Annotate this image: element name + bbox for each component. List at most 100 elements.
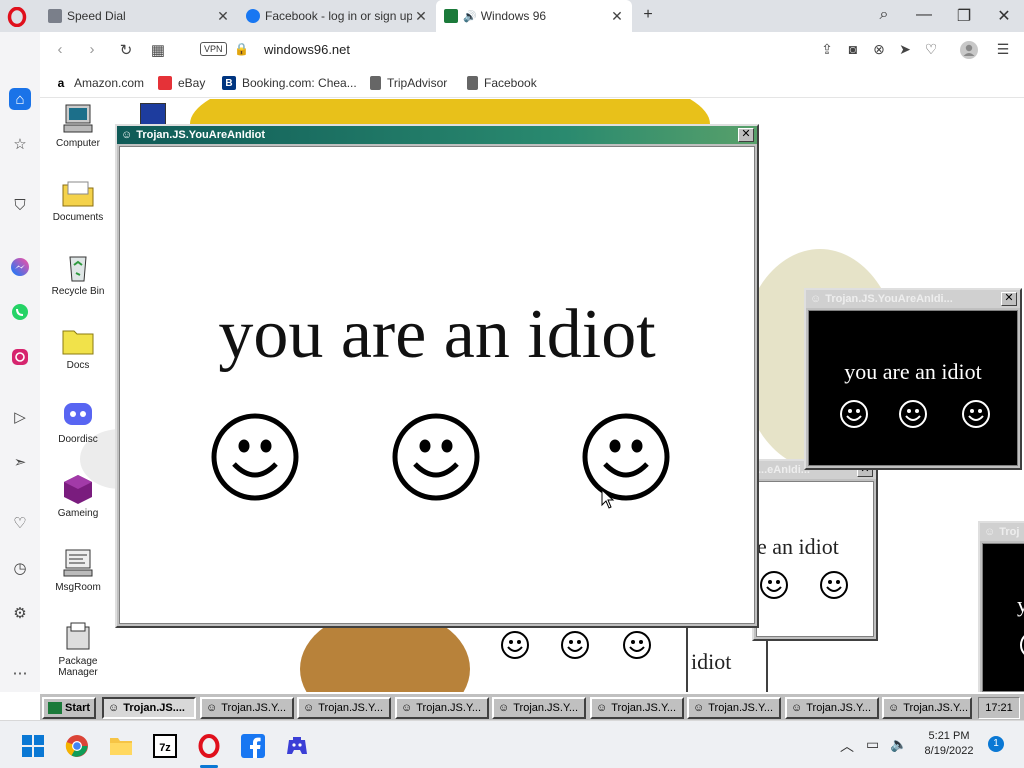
desktop-icon-package-manager[interactable]: Package Manager [43,621,113,678]
opera-taskbar-icon[interactable] [196,733,222,759]
amazon-icon: a [57,76,65,90]
chrome-icon[interactable] [64,733,90,759]
tab-overview-icon[interactable]: ▦ [148,41,168,59]
close-tab-icon[interactable]: ✕ [412,8,430,25]
desktop-icon-doordisc[interactable]: Doordisc [43,399,113,445]
home-icon[interactable]: ⌂ [9,88,31,110]
messenger-icon[interactable] [9,256,31,278]
taskbar-window-button[interactable]: ☺ Trojan.JS.Y... [297,697,391,719]
windows96-icon [444,9,458,23]
smiley-small-icon: ☺ [596,702,608,714]
close-window-button[interactable]: ✕ [738,128,754,142]
instagram-icon[interactable] [9,346,31,368]
file-explorer-icon[interactable] [108,733,134,759]
taskbar-window-button[interactable]: ☺ Trojan.JS.Y... [882,697,972,719]
browser-tab-strip: Speed Dial ✕ Facebook - log in or sign u… [0,0,1024,32]
folder-icon [61,325,95,357]
desktop-icon-docs[interactable]: Docs [43,325,113,371]
opera-menu-icon[interactable] [6,6,28,28]
taskbar-window-button[interactable]: ☺ Trojan.JS.Y... [200,697,294,719]
taskbar-window-button[interactable]: ☺ Trojan.JS.... [102,697,196,719]
minimize-icon[interactable]: — [913,6,935,24]
facebook-taskbar-icon[interactable] [240,733,266,759]
easy-setup-icon[interactable]: ☰ [994,41,1012,58]
taskbar-window-button[interactable]: ☺ Trojan.JS.Y... [492,697,586,719]
smiley-small-icon: ☺ [791,702,803,714]
window-title-bar[interactable]: ☺ Troj [980,523,1024,541]
7zip-icon[interactable]: 7z [152,733,178,759]
bookmark-facebook[interactable]: Facebook [467,76,537,90]
win96-clock: 17:21 [978,697,1020,719]
idiot-window-far-right[interactable]: ☺ Troj y [978,521,1024,692]
game-controller-icon[interactable] [284,733,310,759]
taskbar-window-button[interactable]: ☺ Trojan.JS.Y... [687,697,781,719]
window-title-bar[interactable]: ☺ Trojan.JS.YouAreAnIdi... [806,290,1020,308]
settings-gear-icon[interactable]: ⚙ [9,602,31,624]
idiot-window-bottom-left[interactable] [470,624,690,692]
smiley-small-icon: ☺ [121,129,133,141]
snapshot-icon[interactable]: ◙ [844,41,862,57]
windows-start-icon[interactable] [20,733,46,759]
idiot-window-main[interactable]: ☺ Trojan.JS.YouAreAnIdiot ✕ you are an i… [115,124,759,628]
notification-badge[interactable]: 1 [988,736,1004,752]
back-icon[interactable]: ‹ [50,41,70,58]
speed-dial-icon [48,9,62,23]
heart-icon[interactable]: ♡ [9,512,31,534]
desktop-icon-documents[interactable]: Documents [43,177,113,223]
window-title-bar[interactable]: ☺ Trojan.JS.YouAreAnIdiot [117,126,757,144]
desktop-icon-recycle-bin[interactable]: Recycle Bin [43,251,113,297]
bookmarks-star-icon[interactable]: ☆ [9,133,31,155]
vpn-badge[interactable]: VPN [200,42,227,56]
tab-windows96[interactable]: 🔊 Windows 96 ✕ [436,0,632,32]
taskbar-window-button[interactable]: ☺ Trojan.JS.Y... [785,697,879,719]
sidebar-more-icon[interactable]: ⋯ [9,662,31,684]
search-tabs-icon[interactable]: ⌕ [873,6,895,24]
lock-icon[interactable]: 🔒 [234,42,249,56]
network-icon[interactable]: ▭ [866,736,879,753]
close-tab-icon[interactable]: ✕ [214,8,232,25]
share-icon[interactable]: ⇪ [818,41,836,58]
smiley-icon [962,400,990,428]
smiley-icon [820,571,848,599]
close-window-button[interactable]: ✕ [1001,292,1017,306]
start-button[interactable]: Start [42,697,96,719]
maximize-icon[interactable]: ❐ [953,6,975,26]
tab-speed-dial[interactable]: Speed Dial ✕ [40,0,238,32]
idiot-window-right-black[interactable]: ☺ Trojan.JS.YouAreAnIdi... ✕ you are an … [804,288,1022,470]
bookmark-amazon[interactable]: a Amazon.com [54,76,144,90]
desktop-icon-computer[interactable]: Computer [43,103,113,149]
profile-avatar-icon[interactable] [960,41,978,62]
reload-icon[interactable]: ↻ [116,41,136,59]
shopping-icon[interactable]: ⛉ [9,194,31,216]
taskbar-window-button[interactable]: ☺ Trojan.JS.Y... [395,697,489,719]
new-tab-button[interactable]: + [637,6,659,24]
player-icon[interactable]: ▷ [9,406,31,428]
page-icon [467,76,478,90]
forward-icon[interactable]: › [82,41,102,58]
show-hidden-icons-chevron[interactable]: ︿ [840,736,854,756]
url-field[interactable]: windows96.net [264,42,350,57]
desktop-icon-gameing[interactable]: Gameing [43,473,113,519]
adblock-icon[interactable]: ⊗ [870,41,888,58]
history-clock-icon[interactable]: ◷ [9,557,31,579]
idiot-window-mid-right[interactable]: ...eAnIdi... ✕ e an idiot [752,459,878,641]
bookmark-ebay[interactable]: eBay [158,76,205,90]
desktop-icon-msgroom[interactable]: MsgRoom [43,547,113,593]
smiley-small-icon: ☺ [498,702,510,714]
bookmark-heart-icon[interactable]: ♡ [922,41,940,58]
volume-icon[interactable]: 🔈 [890,736,907,753]
bookmark-booking[interactable]: B Booking.com: Chea... [222,76,357,90]
bookmark-tripadvisor[interactable]: TripAdvisor [370,76,447,90]
close-window-icon[interactable]: ✕ [993,6,1015,26]
system-clock[interactable]: 5:21 PM 8/19/2022 [916,729,982,759]
smiley-icon [1020,635,1024,655]
smiley-icon [899,400,927,428]
close-tab-icon[interactable]: ✕ [608,8,626,25]
send-icon[interactable]: ➤ [896,41,914,58]
flow-send-icon[interactable]: ➣ [9,451,31,473]
taskbar-window-button[interactable]: ☺ Trojan.JS.Y... [590,697,684,719]
audio-playing-icon[interactable]: 🔊 [463,10,477,23]
whatsapp-icon[interactable] [9,301,31,323]
tab-facebook[interactable]: Facebook - log in or sign up ✕ [238,0,436,32]
package-icon [61,621,95,653]
